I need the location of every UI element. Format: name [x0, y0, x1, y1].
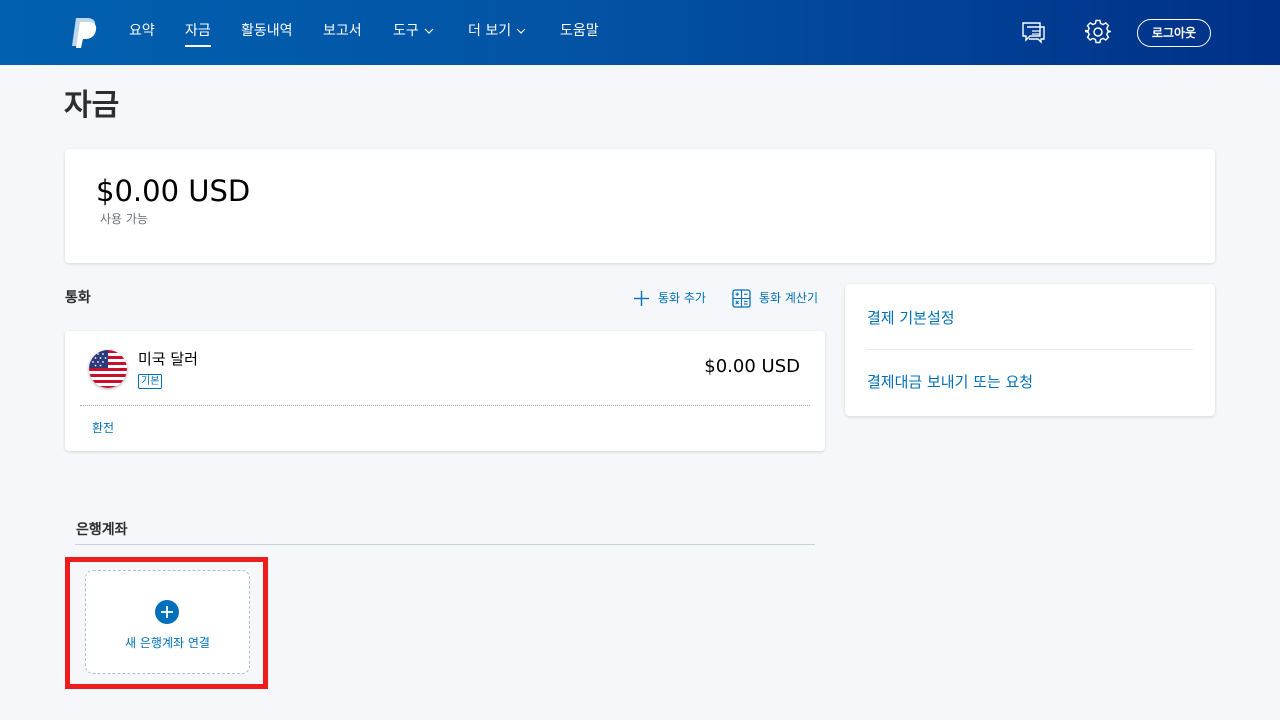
- nav-more-label: 더 보기: [468, 23, 512, 39]
- page-title: 자금: [64, 88, 120, 123]
- nav-reports[interactable]: 보고서: [323, 20, 362, 42]
- plus-circle-icon: [155, 600, 179, 624]
- top-navigation: 요약 자금 활동내역 보고서 도구 더 보기 도움말 로그아웃: [0, 0, 1280, 65]
- nav-tools[interactable]: 도구: [393, 20, 434, 42]
- message-center-icon[interactable]: [1019, 20, 1047, 44]
- paypal-logo-icon[interactable]: [70, 16, 98, 48]
- divider: [75, 544, 815, 545]
- chevron-down-icon: [424, 28, 434, 34]
- add-currency-button[interactable]: 통화 추가: [633, 288, 706, 308]
- us-flag-icon: [89, 350, 127, 388]
- balance-amount: $0.00 USD: [96, 174, 251, 208]
- nav-more[interactable]: 더 보기: [468, 20, 526, 42]
- gear-icon[interactable]: [1085, 19, 1111, 45]
- calculator-icon: [732, 288, 751, 308]
- convert-currency-link[interactable]: 환전: [92, 419, 114, 437]
- divider: [867, 349, 1193, 350]
- nav-summary[interactable]: 요약: [129, 20, 155, 42]
- balance-available-label: 사용 가능: [100, 212, 148, 226]
- nav-tools-label: 도구: [393, 23, 419, 39]
- bank-section-title: 은행계좌: [76, 522, 128, 538]
- nav-help[interactable]: 도움말: [560, 20, 599, 42]
- divider: [80, 405, 810, 406]
- logout-button[interactable]: 로그아웃: [1137, 19, 1211, 47]
- payment-preferences-link[interactable]: 결제 기본설정: [867, 307, 955, 329]
- plus-icon: [634, 290, 649, 306]
- currency-calculator-button[interactable]: 통화 계산기: [732, 288, 818, 308]
- add-currency-label: 통화 추가: [658, 291, 706, 305]
- link-new-bank-label: 새 은행계좌 연결: [125, 636, 210, 650]
- balance-card: $0.00 USD 사용 가능: [65, 149, 1215, 263]
- side-links-card: 결제 기본설정 결제대금 보내기 또는 요청: [845, 284, 1215, 416]
- primary-badge: 기본: [138, 374, 163, 389]
- nav-activity[interactable]: 활동내역: [241, 20, 293, 42]
- currency-name: 미국 달러: [138, 350, 198, 368]
- chevron-down-icon: [516, 28, 526, 34]
- currency-card: 미국 달러 기본 $0.00 USD 환전: [65, 331, 825, 451]
- currency-section-title: 통화: [65, 290, 91, 306]
- nav-funds[interactable]: 자금: [185, 20, 211, 47]
- currency-amount: $0.00 USD: [704, 356, 800, 377]
- currency-calculator-label: 통화 계산기: [759, 291, 819, 305]
- link-new-bank-button[interactable]: 새 은행계좌 연결: [85, 570, 250, 674]
- send-or-request-link[interactable]: 결제대금 보내기 또는 요청: [867, 371, 1033, 393]
